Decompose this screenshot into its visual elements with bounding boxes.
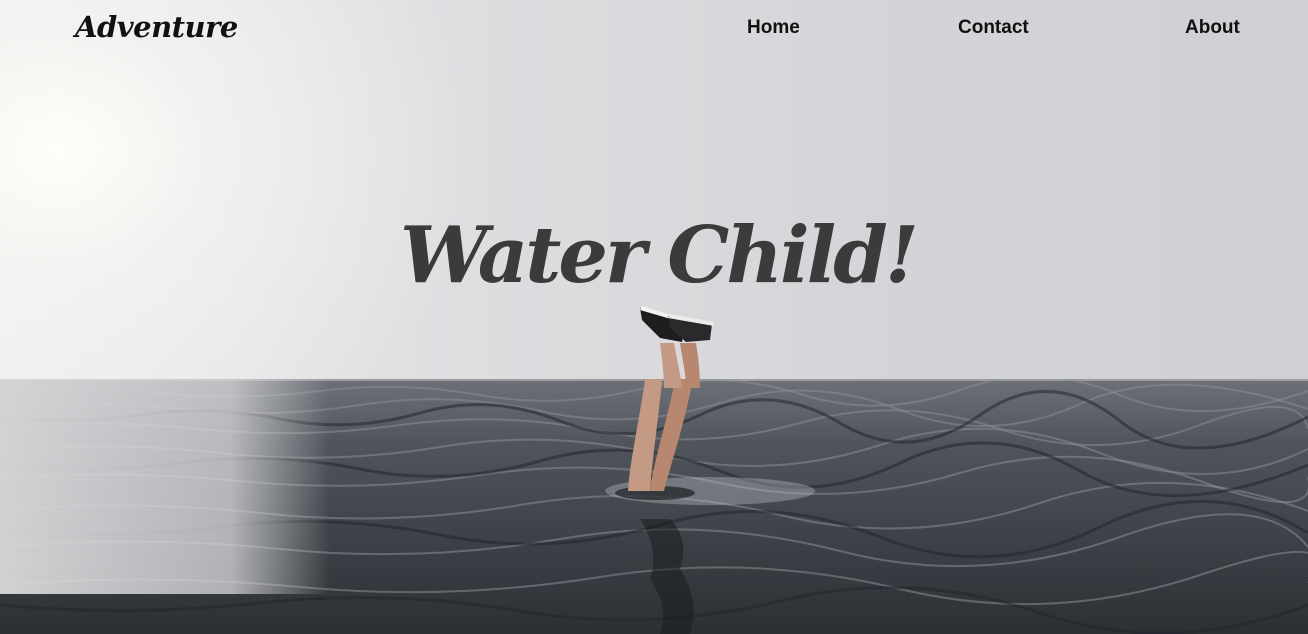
hero-sea-image (0, 379, 1308, 634)
hero-section: Adventure Home Contact About Water Child… (0, 0, 1308, 634)
nav-link-home[interactable]: Home (747, 17, 800, 39)
nav-link-contact[interactable]: Contact (958, 17, 1029, 39)
hero-title: Water Child! (399, 210, 919, 302)
brand-logo[interactable]: Adventure (75, 10, 238, 44)
diver-feet-graphic (640, 306, 714, 388)
nav-link-about[interactable]: About (1185, 17, 1240, 39)
top-navigation: Adventure Home Contact About (0, 0, 1308, 60)
